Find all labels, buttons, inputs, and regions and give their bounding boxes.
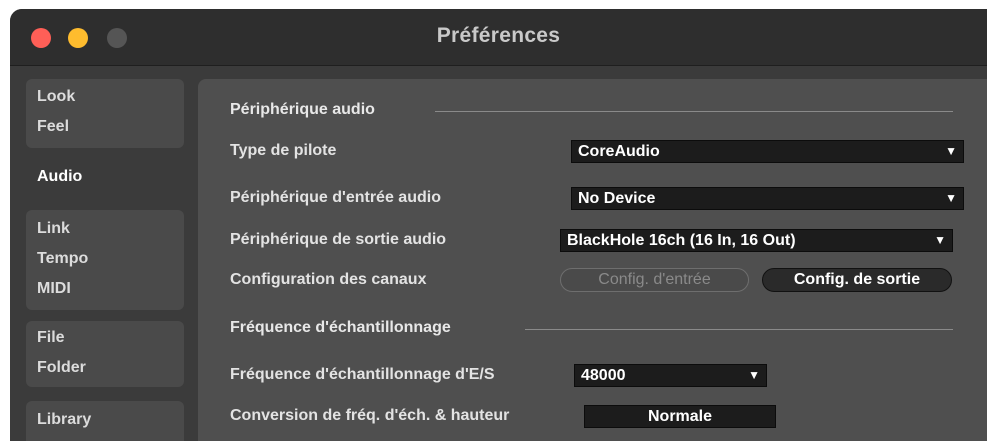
sidebar-group-link-tempo-midi[interactable]: Link Tempo MIDI: [26, 210, 184, 310]
chevron-down-icon: ▼: [945, 144, 957, 158]
io-sample-rate-value: 48000: [581, 367, 626, 384]
driver-type-value: CoreAudio: [578, 143, 660, 160]
sidebar-item-link[interactable]: Link: [26, 214, 184, 244]
sidebar-item-look[interactable]: Look: [26, 82, 184, 112]
section-divider: [525, 329, 953, 330]
sidebar-group-file-folder[interactable]: File Folder: [26, 321, 184, 387]
audio-settings-panel: Périphérique audio Type de pilote CoreAu…: [198, 79, 987, 441]
preferences-window: Préférences Look Feel Audio Link Tempo M…: [10, 9, 987, 441]
io-sample-rate-dropdown[interactable]: 48000 ▼: [574, 364, 767, 387]
conversion-quality-field[interactable]: Normale: [584, 405, 776, 428]
io-sample-rate-label: Fréquence d'échantillonnage d'E/S: [230, 366, 495, 383]
sidebar-item-folder[interactable]: Folder: [26, 353, 184, 383]
chevron-down-icon: ▼: [934, 233, 946, 247]
sidebar-group-library[interactable]: Library: [26, 401, 184, 441]
section-divider: [435, 111, 953, 112]
sidebar-group-look-feel[interactable]: Look Feel: [26, 79, 184, 148]
channels-config-label: Configuration des canaux: [230, 271, 427, 288]
chevron-down-icon: ▼: [748, 368, 760, 382]
input-device-dropdown[interactable]: No Device ▼: [571, 187, 964, 210]
window-title: Préférences: [436, 24, 561, 47]
section-title-sample-rate: Fréquence d'échantillonnage: [230, 319, 451, 336]
sidebar-item-midi[interactable]: MIDI: [26, 274, 184, 304]
sidebar-group-audio[interactable]: Audio: [26, 162, 184, 194]
output-device-value: BlackHole 16ch (16 In, 16 Out): [567, 232, 796, 249]
sidebar-item-tempo[interactable]: Tempo: [26, 244, 184, 274]
sidebar-item-audio[interactable]: Audio: [26, 162, 184, 192]
output-device-label: Périphérique de sortie audio: [230, 231, 447, 248]
section-title-audio-device: Périphérique audio: [230, 101, 375, 118]
sidebar-item-feel[interactable]: Feel: [26, 112, 184, 142]
output-device-dropdown[interactable]: BlackHole 16ch (16 In, 16 Out) ▼: [560, 229, 953, 252]
driver-type-label: Type de pilote: [230, 142, 337, 159]
title-bar[interactable]: Préférences: [10, 9, 987, 66]
output-config-button[interactable]: Config. de sortie: [762, 268, 952, 292]
sidebar-item-library[interactable]: Library: [26, 405, 184, 435]
input-device-value: No Device: [578, 190, 656, 207]
conversion-label: Conversion de fréq. d'éch. & hauteur: [230, 407, 510, 424]
sidebar-item-file[interactable]: File: [26, 323, 184, 353]
input-config-button[interactable]: Config. d'entrée: [560, 268, 749, 292]
driver-type-dropdown[interactable]: CoreAudio ▼: [571, 140, 964, 163]
input-device-label: Périphérique d'entrée audio: [230, 189, 441, 206]
chevron-down-icon: ▼: [945, 191, 957, 205]
